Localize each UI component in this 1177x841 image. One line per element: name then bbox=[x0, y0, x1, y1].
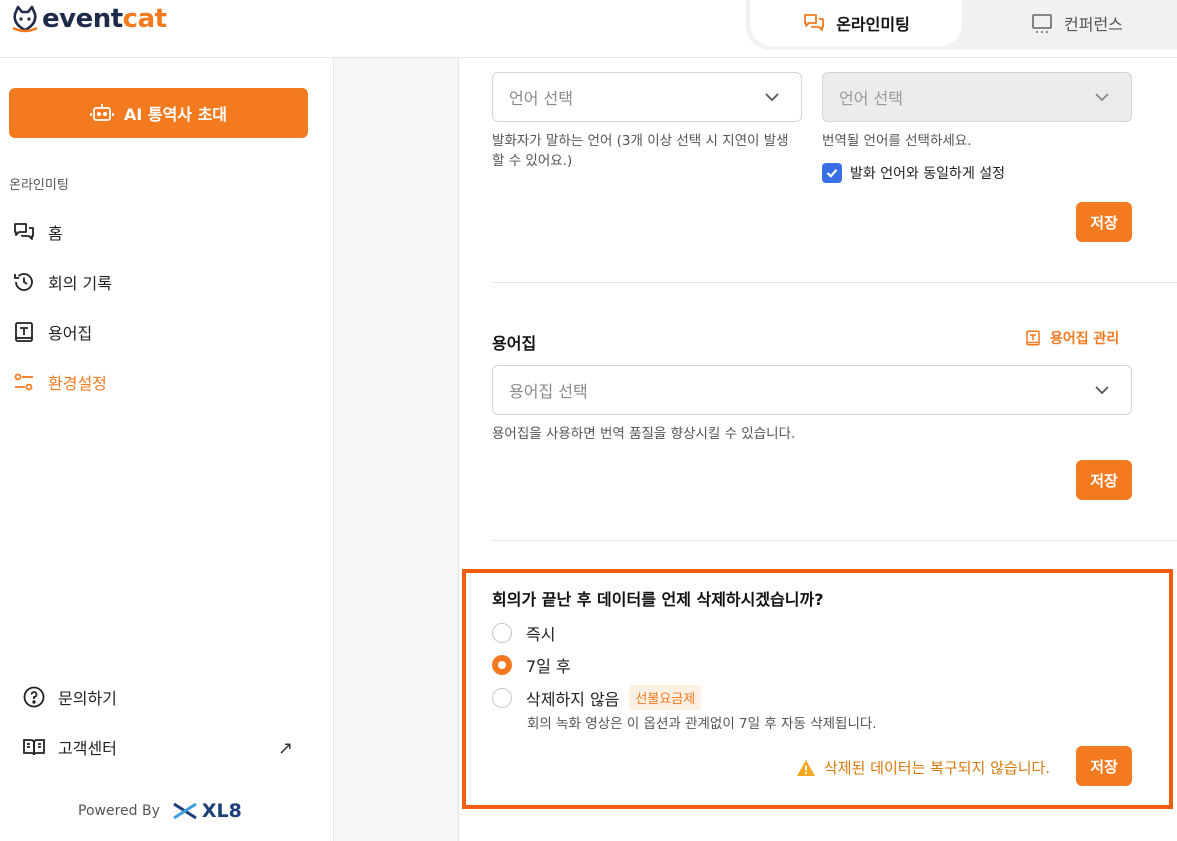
radio-7-days[interactable] bbox=[492, 655, 512, 675]
tab-online-meeting-label: 온라인미팅 bbox=[836, 15, 910, 34]
sidebar-item-glossary[interactable]: 용어집 bbox=[12, 320, 92, 344]
sidebar-item-history[interactable]: 회의 기록 bbox=[12, 270, 112, 294]
checkmark-icon bbox=[826, 169, 838, 178]
chevron-down-icon bbox=[1095, 386, 1109, 395]
same-as-source-option[interactable]: 발화 언어와 동일하게 설정 bbox=[822, 163, 1005, 183]
chat-icon bbox=[804, 14, 825, 31]
warning-icon bbox=[797, 759, 815, 776]
target-language-select[interactable]: 언어 선택 bbox=[822, 72, 1132, 122]
mode-switch: 온라인미팅 컨퍼런스 bbox=[746, 0, 1177, 50]
cat-logo-icon bbox=[12, 5, 38, 33]
eventcat-logo[interactable]: eventcat bbox=[10, 4, 167, 34]
warning-text: 삭제된 데이터는 복구되지 않습니다. bbox=[824, 759, 1051, 777]
manage-glossary-label: 용어집 관리 bbox=[1050, 331, 1120, 347]
sidebar-item-customer-center[interactable]: 고객센터 bbox=[22, 735, 117, 759]
sidebar-item-inquiry[interactable]: 문의하기 bbox=[22, 685, 117, 709]
retention-option-label: 삭제하지 않음 bbox=[526, 689, 620, 709]
powered-by: Powered By XL8 bbox=[78, 800, 242, 822]
chevron-down-icon bbox=[1095, 93, 1109, 102]
save-glossary-button[interactable]: 저장 bbox=[1076, 460, 1132, 500]
retention-note: 회의 녹화 영상은 이 옵션과 관계없이 7일 후 자동 삭제됩니다. bbox=[527, 716, 877, 732]
monitor-icon bbox=[1032, 14, 1052, 33]
sidebar-item-label: 용어집 bbox=[48, 324, 93, 343]
manage-glossary-link[interactable]: 용어집 관리 bbox=[1024, 328, 1119, 348]
invite-button-label: AI 통역사 초대 bbox=[123, 105, 228, 124]
radio-immediately[interactable] bbox=[492, 623, 512, 643]
settings-panel: 언어 선택 언어 선택 발화자가 말하는 언어 (3개 이상 선택 시 지연이 … bbox=[458, 58, 1177, 841]
same-as-source-checkbox[interactable] bbox=[822, 163, 842, 183]
sidebar-item-home[interactable]: 홈 bbox=[12, 220, 63, 244]
retention-option-7-days[interactable]: 7일 후 bbox=[492, 653, 571, 677]
top-bar: eventcat 온라인미팅 컨퍼런스 bbox=[0, 0, 1177, 58]
powered-by-label: Powered By bbox=[78, 803, 160, 819]
glossary-placeholder: 용어집 선택 bbox=[509, 382, 588, 401]
sidebar-item-label: 회의 기록 bbox=[48, 274, 112, 293]
retention-option-label: 7일 후 bbox=[526, 657, 571, 676]
source-help-line1: 발화자가 말하는 언어 (3개 이상 선택 시 지연이 발생 bbox=[492, 133, 789, 149]
glossary-help: 용어집을 사용하면 번역 품질을 향상시킬 수 있습니다. bbox=[492, 426, 796, 442]
logo-wordmark: eventcat bbox=[42, 4, 167, 34]
radio-never[interactable] bbox=[492, 687, 512, 708]
section-divider bbox=[492, 282, 1177, 283]
settings-sliders-icon bbox=[14, 373, 33, 391]
section-divider bbox=[492, 540, 1177, 541]
glossary-icon bbox=[15, 322, 33, 342]
tab-conference-label: 컨퍼런스 bbox=[1064, 15, 1123, 34]
sidebar-item-label: 홈 bbox=[48, 224, 63, 243]
chevron-down-icon bbox=[765, 93, 779, 102]
invite-ai-interpreter-button[interactable]: AI 통역사 초대 bbox=[9, 88, 308, 138]
content-gutter bbox=[335, 58, 458, 841]
external-link-icon[interactable]: ↗ bbox=[278, 738, 293, 759]
save-retention-button[interactable]: 저장 bbox=[1076, 746, 1132, 786]
help-circle-icon bbox=[23, 686, 45, 708]
history-icon bbox=[14, 273, 33, 291]
source-help-line2: 할 수 있어요.) bbox=[492, 153, 573, 169]
sidebar-item-label: 환경설정 bbox=[48, 374, 107, 393]
save-language-button[interactable]: 저장 bbox=[1076, 202, 1132, 242]
retention-question: 회의가 끝난 후 데이터를 언제 삭제하시겠습니까? bbox=[492, 590, 824, 609]
retention-warning: 삭제된 데이터는 복구되지 않습니다. bbox=[796, 757, 1050, 778]
xl8-brand-text: XL8 bbox=[201, 800, 242, 822]
retention-option-label: 즉시 bbox=[526, 625, 556, 644]
target-language-help: 번역될 언어를 선택하세요. bbox=[822, 133, 972, 149]
same-as-source-label: 발화 언어와 동일하게 설정 bbox=[850, 166, 1006, 182]
source-language-select[interactable]: 언어 선택 bbox=[492, 72, 802, 122]
sidebar: AI 통역사 초대 온라인미팅 홈 회의 기록 용어집 환경설정 문의하기 고객… bbox=[0, 58, 334, 841]
sidebar-item-settings[interactable]: 환경설정 bbox=[12, 370, 107, 394]
prepaid-plan-badge: 선불요금제 bbox=[629, 685, 702, 710]
source-language-help: 발화자가 말하는 언어 (3개 이상 선택 시 지연이 발생 할 수 있어요.) bbox=[492, 131, 802, 171]
tab-conference[interactable]: 컨퍼런스 bbox=[1030, 0, 1123, 46]
retention-option-immediately[interactable]: 즉시 bbox=[492, 621, 555, 645]
chat-icon bbox=[14, 223, 34, 240]
sidebar-section-label: 온라인미팅 bbox=[9, 178, 69, 193]
xl8-logo: XL8 bbox=[170, 800, 242, 822]
tab-online-meeting[interactable]: 온라인미팅 bbox=[750, 0, 962, 46]
source-language-placeholder: 언어 선택 bbox=[509, 89, 573, 108]
sidebar-item-label: 문의하기 bbox=[58, 689, 117, 708]
glossary-icon bbox=[1026, 330, 1040, 346]
robot-icon bbox=[90, 104, 114, 121]
book-open-icon bbox=[23, 739, 45, 756]
glossary-select[interactable]: 용어집 선택 bbox=[492, 365, 1132, 415]
xl8-mark-icon bbox=[173, 802, 197, 820]
sidebar-item-label: 고객센터 bbox=[58, 739, 117, 758]
retention-option-never[interactable]: 삭제하지 않음 선불요금제 bbox=[492, 685, 702, 710]
glossary-section-title: 용어집 bbox=[492, 334, 537, 353]
target-language-placeholder: 언어 선택 bbox=[839, 89, 903, 108]
